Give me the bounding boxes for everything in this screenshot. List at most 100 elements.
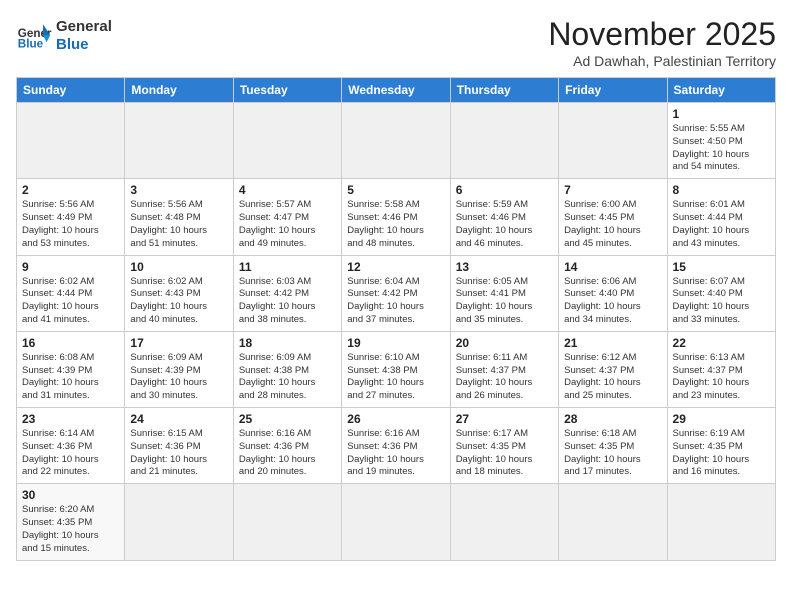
day-info: Sunrise: 5:56 AM Sunset: 4:48 PM Dayligh… xyxy=(130,199,227,250)
day-info: Sunrise: 6:04 AM Sunset: 4:42 PM Dayligh… xyxy=(347,276,444,327)
calendar-cell: 8 Sunrise: 6:01 AM Sunset: 4:44 PM Daylig… xyxy=(667,179,775,255)
day-info: Sunrise: 6:07 AM Sunset: 4:40 PM Dayligh… xyxy=(673,276,770,327)
calendar-cell: 29Sunrise: 6:19 AM Sunset: 4:35 PM Dayli… xyxy=(667,408,775,484)
day-number: 28 xyxy=(564,412,661,426)
calendar-cell: 6Sunrise: 5:59 AM Sunset: 4:46 PM Daylig… xyxy=(450,179,558,255)
calendar-cell: 27 Sunrise: 6:17 AM Sunset: 4:35 PM Dayli… xyxy=(450,408,558,484)
location-subtitle: Ad Dawhah, Palestinian Territory xyxy=(548,53,776,69)
day-number: 2 xyxy=(22,183,119,197)
day-number: 20 xyxy=(456,336,553,350)
calendar-week-row: 16Sunrise: 6:08 AM Sunset: 4:39 PM Dayli… xyxy=(17,331,776,407)
calendar-cell: 18 Sunrise: 6:09 AM Sunset: 4:38 PM Dayli… xyxy=(233,331,341,407)
calendar-cell: 9Sunrise: 6:02 AM Sunset: 4:44 PM Daylig… xyxy=(17,255,125,331)
calendar-cell xyxy=(125,103,233,179)
calendar-week-row: 1 Sunrise: 5:55 AM Sunset: 4:50 PM Daylig… xyxy=(17,103,776,179)
calendar-cell: 1 Sunrise: 5:55 AM Sunset: 4:50 PM Daylig… xyxy=(667,103,775,179)
day-info: Sunrise: 6:17 AM Sunset: 4:35 PM Dayligh… xyxy=(456,428,553,479)
day-number: 24 xyxy=(130,412,227,426)
calendar-cell: 4Sunrise: 5:57 AM Sunset: 4:47 PM Daylig… xyxy=(233,179,341,255)
day-info: Sunrise: 6:09 AM Sunset: 4:38 PM Dayligh… xyxy=(239,352,336,403)
svg-text:Blue: Blue xyxy=(18,38,44,51)
calendar-cell xyxy=(233,484,341,560)
calendar-cell: 19Sunrise: 6:10 AM Sunset: 4:38 PM Dayli… xyxy=(342,331,450,407)
calendar-cell: 23Sunrise: 6:14 AM Sunset: 4:36 PM Dayli… xyxy=(17,408,125,484)
calendar-cell: 15 Sunrise: 6:07 AM Sunset: 4:40 PM Dayli… xyxy=(667,255,775,331)
month-title: November 2025 xyxy=(548,16,776,53)
logo-blue-text: Blue xyxy=(56,36,112,54)
calendar-week-row: 30Sunrise: 6:20 AM Sunset: 4:35 PM Dayli… xyxy=(17,484,776,560)
day-number: 19 xyxy=(347,336,444,350)
day-number: 17 xyxy=(130,336,227,350)
day-number: 14 xyxy=(564,260,661,274)
day-number: 6 xyxy=(456,183,553,197)
calendar-cell xyxy=(450,103,558,179)
day-number: 8 xyxy=(673,183,770,197)
day-info: Sunrise: 6:08 AM Sunset: 4:39 PM Dayligh… xyxy=(22,352,119,403)
day-info: Sunrise: 6:06 AM Sunset: 4:40 PM Dayligh… xyxy=(564,276,661,327)
calendar-cell: 13 Sunrise: 6:05 AM Sunset: 4:41 PM Dayli… xyxy=(450,255,558,331)
day-number: 15 xyxy=(673,260,770,274)
weekday-header-thursday: Thursday xyxy=(450,78,558,103)
calendar-cell: 17 Sunrise: 6:09 AM Sunset: 4:39 PM Dayli… xyxy=(125,331,233,407)
calendar-cell: 25 Sunrise: 6:16 AM Sunset: 4:36 PM Dayli… xyxy=(233,408,341,484)
day-info: Sunrise: 6:00 AM Sunset: 4:45 PM Dayligh… xyxy=(564,199,661,250)
day-number: 21 xyxy=(564,336,661,350)
calendar-cell: 5 Sunrise: 5:58 AM Sunset: 4:46 PM Daylig… xyxy=(342,179,450,255)
day-info: Sunrise: 6:18 AM Sunset: 4:35 PM Dayligh… xyxy=(564,428,661,479)
day-info: Sunrise: 5:56 AM Sunset: 4:49 PM Dayligh… xyxy=(22,199,119,250)
day-info: Sunrise: 6:05 AM Sunset: 4:41 PM Dayligh… xyxy=(456,276,553,327)
weekday-header-tuesday: Tuesday xyxy=(233,78,341,103)
calendar-cell xyxy=(559,103,667,179)
calendar-cell xyxy=(450,484,558,560)
day-number: 25 xyxy=(239,412,336,426)
day-number: 18 xyxy=(239,336,336,350)
calendar-cell: 7 Sunrise: 6:00 AM Sunset: 4:45 PM Daylig… xyxy=(559,179,667,255)
day-number: 13 xyxy=(456,260,553,274)
day-info: Sunrise: 6:15 AM Sunset: 4:36 PM Dayligh… xyxy=(130,428,227,479)
calendar-cell: 30Sunrise: 6:20 AM Sunset: 4:35 PM Dayli… xyxy=(17,484,125,560)
calendar-week-row: 9Sunrise: 6:02 AM Sunset: 4:44 PM Daylig… xyxy=(17,255,776,331)
calendar-cell xyxy=(667,484,775,560)
day-info: Sunrise: 6:09 AM Sunset: 4:39 PM Dayligh… xyxy=(130,352,227,403)
day-info: Sunrise: 6:16 AM Sunset: 4:36 PM Dayligh… xyxy=(347,428,444,479)
calendar-cell: 24 Sunrise: 6:15 AM Sunset: 4:36 PM Dayli… xyxy=(125,408,233,484)
day-info: Sunrise: 5:57 AM Sunset: 4:47 PM Dayligh… xyxy=(239,199,336,250)
day-number: 12 xyxy=(347,260,444,274)
weekday-header-row: SundayMondayTuesdayWednesdayThursdayFrid… xyxy=(17,78,776,103)
day-info: Sunrise: 6:14 AM Sunset: 4:36 PM Dayligh… xyxy=(22,428,119,479)
calendar-table: SundayMondayTuesdayWednesdayThursdayFrid… xyxy=(16,77,776,561)
calendar-week-row: 2 Sunrise: 5:56 AM Sunset: 4:49 PM Daylig… xyxy=(17,179,776,255)
day-number: 27 xyxy=(456,412,553,426)
day-info: Sunrise: 6:02 AM Sunset: 4:43 PM Dayligh… xyxy=(130,276,227,327)
day-number: 11 xyxy=(239,260,336,274)
weekday-header-monday: Monday xyxy=(125,78,233,103)
calendar-cell: 3 Sunrise: 5:56 AM Sunset: 4:48 PM Daylig… xyxy=(125,179,233,255)
day-info: Sunrise: 6:11 AM Sunset: 4:37 PM Dayligh… xyxy=(456,352,553,403)
calendar-cell: 10 Sunrise: 6:02 AM Sunset: 4:43 PM Dayli… xyxy=(125,255,233,331)
calendar-cell: 12 Sunrise: 6:04 AM Sunset: 4:42 PM Dayli… xyxy=(342,255,450,331)
day-number: 3 xyxy=(130,183,227,197)
day-number: 22 xyxy=(673,336,770,350)
calendar-cell xyxy=(233,103,341,179)
day-info: Sunrise: 5:58 AM Sunset: 4:46 PM Dayligh… xyxy=(347,199,444,250)
calendar-cell xyxy=(559,484,667,560)
day-info: Sunrise: 5:55 AM Sunset: 4:50 PM Dayligh… xyxy=(673,123,770,174)
day-number: 1 xyxy=(673,107,770,121)
day-info: Sunrise: 6:16 AM Sunset: 4:36 PM Dayligh… xyxy=(239,428,336,479)
weekday-header-friday: Friday xyxy=(559,78,667,103)
day-number: 7 xyxy=(564,183,661,197)
calendar-cell: 28 Sunrise: 6:18 AM Sunset: 4:35 PM Dayli… xyxy=(559,408,667,484)
day-info: Sunrise: 6:03 AM Sunset: 4:42 PM Dayligh… xyxy=(239,276,336,327)
calendar-week-row: 23Sunrise: 6:14 AM Sunset: 4:36 PM Dayli… xyxy=(17,408,776,484)
calendar-cell: 16Sunrise: 6:08 AM Sunset: 4:39 PM Dayli… xyxy=(17,331,125,407)
logo: General Blue General Blue xyxy=(16,16,112,54)
day-number: 10 xyxy=(130,260,227,274)
weekday-header-sunday: Sunday xyxy=(17,78,125,103)
calendar-cell: 14 Sunrise: 6:06 AM Sunset: 4:40 PM Dayli… xyxy=(559,255,667,331)
weekday-header-wednesday: Wednesday xyxy=(342,78,450,103)
day-number: 5 xyxy=(347,183,444,197)
day-info: Sunrise: 6:01 AM Sunset: 4:44 PM Dayligh… xyxy=(673,199,770,250)
calendar-cell xyxy=(125,484,233,560)
calendar-cell xyxy=(342,103,450,179)
calendar-cell: 22Sunrise: 6:13 AM Sunset: 4:37 PM Dayli… xyxy=(667,331,775,407)
